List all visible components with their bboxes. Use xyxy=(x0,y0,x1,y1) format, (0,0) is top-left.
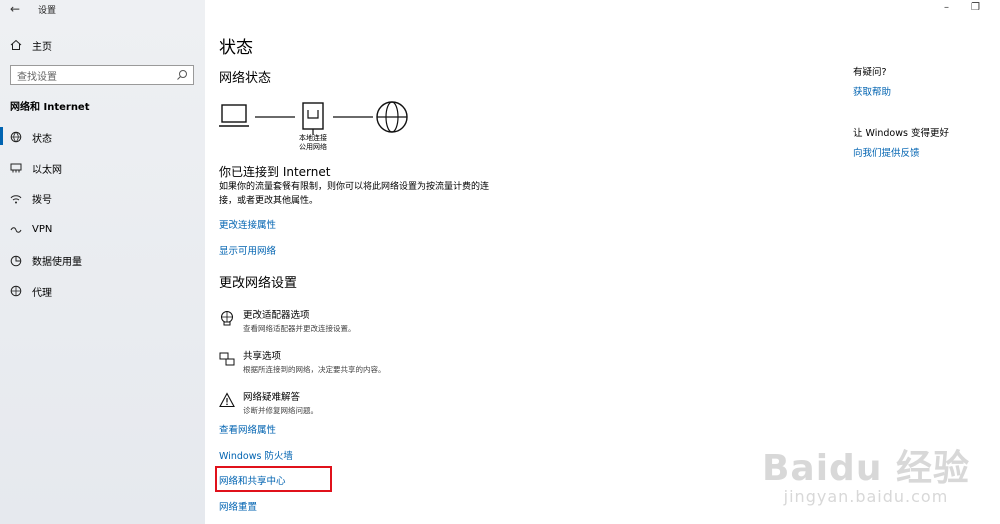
warning-icon xyxy=(219,392,235,408)
network-status-heading: 网络状态 xyxy=(219,71,272,86)
ethernet-port-icon xyxy=(302,102,324,135)
sidebar-item-label: VPN xyxy=(32,224,53,236)
change-connection-properties-link[interactable]: 更改连接属性 xyxy=(219,217,276,231)
option-title: 共享选项 xyxy=(243,351,282,362)
network-type: 公用网络 xyxy=(299,143,327,151)
option-description: 查看网络适配器并更改连接设置。 xyxy=(243,324,356,333)
internet-globe-icon xyxy=(376,101,408,133)
sidebar-item-proxy[interactable]: 代理 xyxy=(0,276,205,307)
connected-title: 你已连接到 Internet xyxy=(219,165,331,179)
maximize-button[interactable]: ❐ xyxy=(971,2,980,13)
sidebar-item-dialup[interactable]: 拨号 xyxy=(0,184,205,215)
window-controls: – ❐ xyxy=(944,2,980,13)
help-question: 有疑问? xyxy=(853,67,887,78)
adapter-icon xyxy=(221,311,233,326)
option-title: 更改适配器选项 xyxy=(243,310,310,321)
sidebar-item-label: 拨号 xyxy=(32,195,52,207)
option-description: 根据所连接到的网络，决定要共享的内容。 xyxy=(243,365,386,374)
show-available-networks-link[interactable]: 显示可用网络 xyxy=(219,243,276,257)
sidebar-item-vpn[interactable]: VPN xyxy=(0,214,205,245)
vpn-icon xyxy=(10,227,22,233)
home-icon xyxy=(10,39,22,50)
option-troubleshoot[interactable]: 网络疑难解答 诊断并修复网络问题。 xyxy=(219,389,318,416)
sharing-icon xyxy=(219,352,235,366)
highlight-box xyxy=(215,466,332,492)
baidu-watermark: Baidu 经验 jingyan.baidu.com xyxy=(762,439,970,506)
laptop-icon xyxy=(219,104,249,127)
sidebar-item-home[interactable]: 主页 xyxy=(0,35,205,55)
option-title: 网络疑难解答 xyxy=(243,392,301,403)
minimize-button[interactable]: – xyxy=(944,2,949,13)
proxy-icon xyxy=(10,286,22,297)
view-network-properties-link[interactable]: 查看网络属性 xyxy=(219,422,276,436)
feedback-question: 让 Windows 变得更好 xyxy=(853,128,949,139)
ethernet-icon xyxy=(10,163,22,173)
option-sharing[interactable]: 共享选项 根据所连接到的网络，决定要共享的内容。 xyxy=(219,348,386,375)
sidebar-nav: 状态 以太网 拨号 VPN 数据使用量 代理 xyxy=(0,122,205,307)
give-feedback-link[interactable]: 向我们提供反馈 xyxy=(853,145,949,159)
sidebar-section-title: 网络和 Internet xyxy=(10,102,90,113)
app-title: 设置 xyxy=(38,5,57,16)
feedback-section: 让 Windows 变得更好 向我们提供反馈 xyxy=(853,125,949,159)
data-usage-icon xyxy=(10,255,22,266)
connected-description: 如果你的流量套餐有限制，则你可以将此网络设置为按流量计费的连接，或者更改其他属性… xyxy=(219,182,490,206)
windows-firewall-link[interactable]: Windows 防火墙 xyxy=(219,448,293,462)
sidebar-item-label: 主页 xyxy=(32,41,52,53)
connection-name-label: 本地连接 公用网络 xyxy=(289,134,337,152)
connection-name: 本地连接 xyxy=(299,134,327,142)
sidebar-item-label: 数据使用量 xyxy=(32,257,82,269)
main-content: – ❐ 状态 网络状态 本地连接 公用网络 你已连接到 Internet 如果你… xyxy=(205,0,1000,524)
sidebar-item-status[interactable]: 状态 xyxy=(0,122,205,153)
sidebar-item-label: 以太网 xyxy=(32,164,62,176)
option-change-adapter[interactable]: 更改适配器选项 查看网络适配器并更改连接设置。 xyxy=(219,307,356,334)
watermark-brand: Baidu 经验 xyxy=(761,448,970,489)
sidebar-item-data-usage[interactable]: 数据使用量 xyxy=(0,245,205,276)
title-bar: ← 设置 xyxy=(0,0,205,18)
sidebar: ← 设置 主页 查找设置 网络和 Internet 状态 以太网 拨号 VPN xyxy=(0,0,205,524)
network-diagram: 本地连接 公用网络 xyxy=(219,100,419,155)
search-icon[interactable] xyxy=(176,69,188,81)
sidebar-item-label: 代理 xyxy=(32,287,52,299)
back-arrow-icon: ← xyxy=(9,2,21,16)
network-reset-link[interactable]: 网络重置 xyxy=(219,499,257,513)
help-section: 有疑问? 获取帮助 xyxy=(853,64,891,98)
get-help-link[interactable]: 获取帮助 xyxy=(853,84,891,98)
search-placeholder: 查找设置 xyxy=(17,71,57,83)
watermark-url: jingyan.baidu.com xyxy=(783,487,949,506)
change-network-settings-heading: 更改网络设置 xyxy=(219,276,298,291)
option-description: 诊断并修复网络问题。 xyxy=(243,406,318,415)
dialup-icon xyxy=(10,195,22,204)
globe-icon xyxy=(10,132,22,143)
back-button[interactable]: ← xyxy=(0,0,30,18)
sidebar-item-ethernet[interactable]: 以太网 xyxy=(0,153,205,184)
sidebar-item-label: 状态 xyxy=(32,133,52,145)
page-title: 状态 xyxy=(219,38,253,58)
search-input[interactable]: 查找设置 xyxy=(10,65,194,85)
